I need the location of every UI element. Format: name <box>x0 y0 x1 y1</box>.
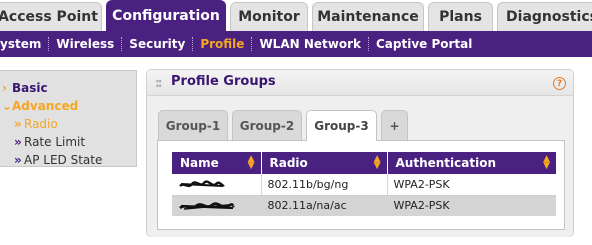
column-label: Authentication <box>395 156 497 170</box>
column-header-radio[interactable]: Radio ▲ ▼ <box>261 152 388 174</box>
menu-item-label: Radio <box>24 117 58 131</box>
redaction-scribble-icon <box>179 201 236 210</box>
top-tab-bar: Access Point Configuration Monitor Maint… <box>0 0 592 31</box>
column-label: Radio <box>269 156 308 170</box>
subnav-security[interactable]: Security <box>122 37 192 51</box>
name-cell-redacted <box>172 174 262 196</box>
radio-cell: 802.11a/na/ac <box>261 195 388 217</box>
tab-plans[interactable]: Plans <box>428 2 493 31</box>
chevron-down-icon: ⌄ <box>2 99 13 113</box>
column-label: Name <box>180 156 219 170</box>
tab-group-2[interactable]: Group-2 <box>232 110 302 140</box>
sort-arrows-icon[interactable]: ▲ ▼ <box>248 155 255 171</box>
subnav-wireless[interactable]: Wireless <box>49 37 121 51</box>
radio-cell: 802.11b/bg/ng <box>261 174 388 196</box>
redaction-scribble-icon <box>179 180 225 187</box>
left-menu: › Basic ⌄ Advanced » Radio » Rate Limit … <box>0 70 137 167</box>
table-row[interactable]: 802.11a/na/ac WPA2-PSK <box>172 195 556 217</box>
sort-arrows-icon[interactable]: ▲ ▼ <box>374 155 381 171</box>
help-icon[interactable]: ? <box>553 77 566 90</box>
sub-navigation: ystem Wireless Security Profile WLAN Net… <box>0 31 592 57</box>
subnav-profile[interactable]: Profile <box>193 37 251 51</box>
menu-item-ap-led-state[interactable]: » AP LED State <box>0 151 136 169</box>
tab-access-point[interactable]: Access Point <box>0 2 102 31</box>
panel-title: Profile Groups <box>171 74 276 89</box>
tab-diagnostics[interactable]: Diagnostics <box>497 2 592 31</box>
profile-groups-panel: :: Profile Groups ? Group-1 Group-2 Grou… <box>146 69 574 237</box>
drag-handle-icon[interactable]: :: <box>155 76 162 90</box>
group-tab-content: Name ▲ ▼ Radio ▲ ▼ Authentication ▲ ▼ 80… <box>157 140 565 230</box>
menu-item-radio[interactable]: » Radio <box>0 115 136 133</box>
menu-item-label: AP LED State <box>24 153 103 167</box>
menu-item-rate-limit[interactable]: » Rate Limit <box>0 133 136 151</box>
tab-group-3[interactable]: Group-3 <box>306 110 377 141</box>
app-page: Access Point Configuration Monitor Maint… <box>0 0 592 245</box>
tab-group-1[interactable]: Group-1 <box>158 110 228 140</box>
menu-basic[interactable]: › Basic <box>0 79 136 97</box>
panel-body: Group-1 Group-2 Group-3 + Name ▲▼ Radio <box>147 96 573 237</box>
table-row[interactable]: 802.11b/bg/ng WPA2-PSK <box>172 174 556 196</box>
subnav-system[interactable]: ystem <box>0 37 48 51</box>
tab-monitor[interactable]: Monitor <box>230 2 308 31</box>
subnav-captive-portal[interactable]: Captive Portal <box>369 37 479 51</box>
add-group-tab[interactable]: + <box>381 110 408 140</box>
subnav-wlan-network[interactable]: WLAN Network <box>252 37 368 51</box>
menu-advanced[interactable]: ⌄ Advanced <box>0 97 136 115</box>
chevron-right-icon: › <box>2 81 7 95</box>
profile-table: Name ▲ ▼ Radio ▲ ▼ Authentication ▲ ▼ 80… <box>172 152 556 217</box>
column-header-authentication[interactable]: Authentication ▲ ▼ <box>387 152 556 174</box>
column-header-name[interactable]: Name ▲ ▼ <box>172 152 262 174</box>
double-chevron-icon: » <box>14 117 22 131</box>
auth-cell: WPA2-PSK <box>387 195 556 217</box>
tab-maintenance[interactable]: Maintenance <box>312 2 424 31</box>
menu-item-label: Rate Limit <box>24 135 86 149</box>
panel-header: :: Profile Groups ? <box>147 70 573 96</box>
menu-advanced-label: Advanced <box>12 99 79 113</box>
sort-arrows-icon[interactable]: ▲ ▼ <box>543 155 550 171</box>
double-chevron-icon: » <box>14 135 22 149</box>
auth-cell: WPA2-PSK <box>387 174 556 196</box>
double-chevron-icon: » <box>14 153 22 167</box>
menu-basic-label: Basic <box>12 81 48 95</box>
name-cell-redacted <box>172 195 262 217</box>
tab-configuration[interactable]: Configuration <box>106 0 226 31</box>
